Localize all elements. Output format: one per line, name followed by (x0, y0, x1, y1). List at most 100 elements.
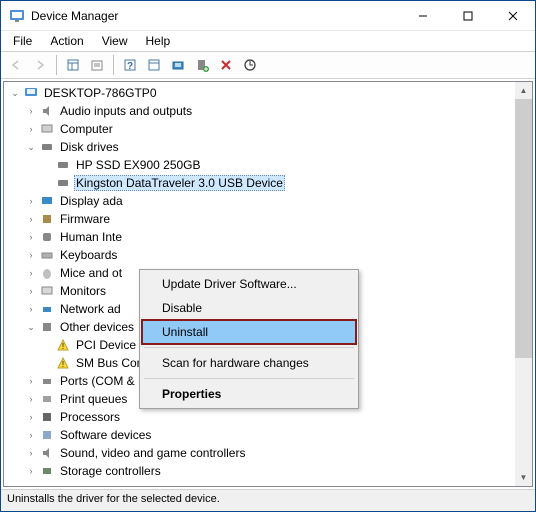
node-audio[interactable]: Audio inputs and outputs (58, 104, 194, 118)
printer-icon (38, 391, 56, 407)
node-disk-drives[interactable]: Disk drives (58, 140, 121, 154)
node-display[interactable]: Display ada (58, 194, 125, 208)
hid-icon (38, 229, 56, 245)
back-button[interactable] (5, 54, 27, 76)
menu-action[interactable]: Action (42, 32, 91, 50)
device-manager-window: Device Manager File Action View Help ? ⌄… (0, 0, 536, 512)
expand-icon[interactable]: › (24, 250, 38, 260)
storage-icon (38, 463, 56, 479)
node-pci[interactable]: PCI Device (74, 338, 138, 352)
expand-icon[interactable]: › (24, 124, 38, 134)
collapse-icon[interactable]: ⌄ (24, 322, 38, 333)
ports-icon (38, 373, 56, 389)
ctx-separator (144, 378, 354, 379)
node-computer[interactable]: Computer (58, 122, 115, 136)
node-storage[interactable]: Storage controllers (58, 464, 163, 478)
node-processors[interactable]: Processors (58, 410, 122, 424)
expand-icon[interactable]: › (24, 430, 38, 440)
root-node[interactable]: DESKTOP-786GTP0 (42, 86, 159, 100)
toolbar: ? (1, 51, 535, 79)
expand-icon[interactable]: › (24, 412, 38, 422)
expand-icon[interactable]: › (24, 106, 38, 116)
warning-icon: ! (54, 337, 72, 353)
uninstall-button[interactable] (215, 54, 237, 76)
action-button[interactable] (143, 54, 165, 76)
node-printq[interactable]: Print queues (58, 392, 129, 406)
ctx-update-driver[interactable]: Update Driver Software... (142, 272, 356, 296)
node-hid[interactable]: Human Inte (58, 230, 124, 244)
ctx-separator (144, 347, 354, 348)
node-software[interactable]: Software devices (58, 428, 153, 442)
app-icon (9, 8, 25, 24)
disk-icon (54, 157, 72, 173)
node-monitors[interactable]: Monitors (58, 284, 108, 298)
ctx-disable[interactable]: Disable (142, 296, 356, 320)
software-icon (38, 427, 56, 443)
menubar: File Action View Help (1, 31, 535, 51)
expand-icon[interactable]: › (24, 304, 38, 314)
audio-icon (38, 103, 56, 119)
firmware-icon (38, 211, 56, 227)
context-menu: Update Driver Software... Disable Uninst… (139, 269, 359, 409)
node-mice[interactable]: Mice and ot (58, 266, 124, 280)
expand-icon[interactable]: › (24, 286, 38, 296)
expand-icon[interactable]: › (24, 394, 38, 404)
expand-icon[interactable]: › (24, 214, 38, 224)
keyboard-icon (38, 247, 56, 263)
monitor-icon (38, 283, 56, 299)
disk-icon (54, 175, 72, 191)
scan-hardware-button[interactable] (167, 54, 189, 76)
svg-text:!: ! (62, 342, 64, 351)
warning-icon: ! (54, 355, 72, 371)
expand-icon[interactable]: › (24, 466, 38, 476)
menu-view[interactable]: View (94, 32, 136, 50)
node-network[interactable]: Network ad (58, 302, 123, 316)
menu-help[interactable]: Help (138, 32, 179, 50)
expand-icon[interactable]: › (24, 376, 38, 386)
node-sound[interactable]: Sound, video and game controllers (58, 446, 247, 460)
scroll-thumb[interactable] (515, 99, 532, 358)
disk-icon (38, 139, 56, 155)
menu-file[interactable]: File (5, 32, 40, 50)
window-title: Device Manager (31, 9, 400, 23)
show-hide-console-button[interactable] (62, 54, 84, 76)
ctx-scan[interactable]: Scan for hardware changes (142, 351, 356, 375)
mouse-icon (38, 265, 56, 281)
svg-text:?: ? (127, 61, 133, 72)
collapse-icon[interactable]: ⌄ (24, 142, 38, 153)
sound-icon (38, 445, 56, 461)
forward-button[interactable] (29, 54, 51, 76)
minimize-button[interactable] (400, 1, 445, 30)
ctx-properties[interactable]: Properties (142, 382, 356, 406)
properties-button[interactable] (86, 54, 108, 76)
maximize-button[interactable] (445, 1, 490, 30)
computer-icon (22, 85, 40, 101)
ctx-uninstall[interactable]: Uninstall (142, 320, 356, 344)
expand-icon[interactable]: › (24, 196, 38, 206)
close-button[interactable] (490, 1, 535, 30)
node-firmware[interactable]: Firmware (58, 212, 112, 226)
node-other[interactable]: Other devices (58, 320, 136, 334)
computer-icon (38, 121, 56, 137)
help-button[interactable]: ? (119, 54, 141, 76)
node-keyboards[interactable]: Keyboards (58, 248, 119, 262)
svg-text:!: ! (62, 360, 64, 369)
update-driver-button[interactable] (239, 54, 261, 76)
network-icon (38, 301, 56, 317)
scroll-up-button[interactable]: ▲ (515, 82, 532, 99)
display-icon (38, 193, 56, 209)
vertical-scrollbar[interactable]: ▲ ▼ (515, 82, 532, 486)
add-hardware-button[interactable] (191, 54, 213, 76)
other-icon (38, 319, 56, 335)
titlebar: Device Manager (1, 1, 535, 31)
expand-icon[interactable]: › (24, 268, 38, 278)
expand-icon[interactable]: › (24, 448, 38, 458)
status-text: Uninstalls the driver for the selected d… (7, 493, 220, 505)
device-tree[interactable]: ⌄ DESKTOP-786GTP0 › Audio inputs and outpu… (3, 81, 533, 487)
collapse-icon[interactable]: ⌄ (8, 88, 22, 99)
node-disk-kingston[interactable]: Kingston DataTraveler 3.0 USB Device (74, 175, 285, 191)
cpu-icon (38, 409, 56, 425)
scroll-down-button[interactable]: ▼ (515, 469, 532, 486)
expand-icon[interactable]: › (24, 232, 38, 242)
node-disk-hp[interactable]: HP SSD EX900 250GB (74, 158, 203, 172)
